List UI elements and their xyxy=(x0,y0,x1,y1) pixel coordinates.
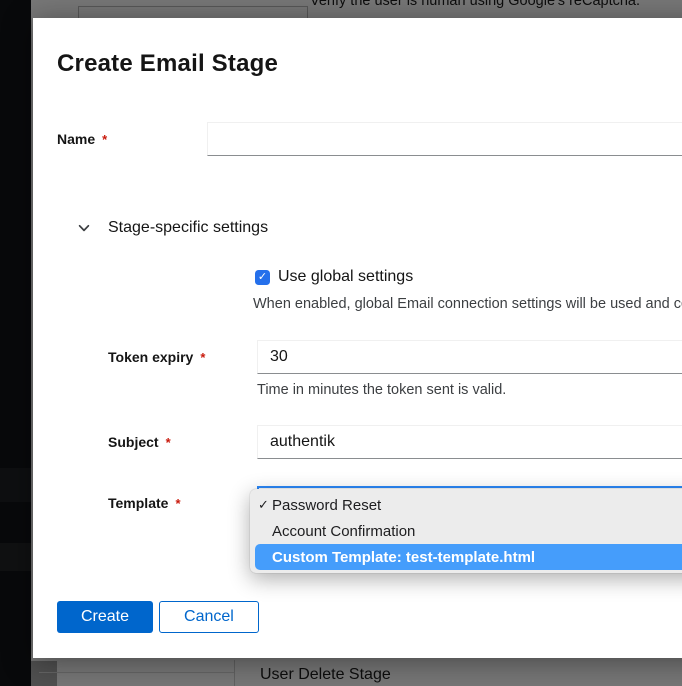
name-input[interactable] xyxy=(207,122,682,156)
required-asterisk: * xyxy=(102,132,107,147)
subject-label-group: Subject * xyxy=(108,434,257,450)
dropdown-option-label: Password Reset xyxy=(272,497,381,514)
token-expiry-input[interactable] xyxy=(257,340,682,374)
subject-field-row: Subject * xyxy=(57,425,682,459)
required-asterisk: * xyxy=(175,496,180,511)
name-field-row: Name * xyxy=(57,122,682,156)
selected-checkmark-icon: ✓ xyxy=(258,497,269,513)
required-asterisk: * xyxy=(200,350,205,365)
use-global-settings-checkbox[interactable]: ✓ xyxy=(255,270,270,285)
template-dropdown-menu: ✓ Password Reset Account Confirmation Cu… xyxy=(250,489,682,573)
create-email-stage-modal: Create Email Stage Name * Stage-specific… xyxy=(33,18,682,658)
modal-title: Create Email Stage xyxy=(57,50,278,78)
name-label: Name xyxy=(57,131,95,147)
template-label-group: Template * xyxy=(108,495,257,511)
cancel-button[interactable]: Cancel xyxy=(159,601,259,633)
dropdown-option-password-reset[interactable]: ✓ Password Reset xyxy=(250,492,682,518)
token-expiry-field-row: Token expiry * xyxy=(57,340,682,374)
dropdown-option-label: Account Confirmation xyxy=(272,523,415,540)
chevron-down-icon xyxy=(77,221,91,235)
required-asterisk: * xyxy=(166,435,171,450)
use-global-settings-row: ✓ Use global settings xyxy=(255,267,413,287)
dropdown-option-custom-template[interactable]: Custom Template: test-template.html xyxy=(255,544,682,570)
subject-label: Subject xyxy=(108,434,159,450)
stage-settings-group-toggle[interactable]: Stage-specific settings xyxy=(77,218,268,238)
subject-input[interactable] xyxy=(257,425,682,459)
use-global-settings-label[interactable]: Use global settings xyxy=(278,268,413,286)
create-button[interactable]: Create xyxy=(57,601,153,633)
use-global-settings-help: When enabled, global Email connection se… xyxy=(253,296,682,312)
dropdown-option-account-confirmation[interactable]: Account Confirmation xyxy=(250,518,682,544)
token-expiry-help: Time in minutes the token sent is valid. xyxy=(257,382,506,398)
dropdown-option-label: Custom Template: test-template.html xyxy=(272,549,535,566)
token-expiry-label: Token expiry xyxy=(108,349,193,365)
name-label-group: Name * xyxy=(57,131,207,147)
modal-footer: Create Cancel xyxy=(57,601,259,633)
stage-settings-group-label: Stage-specific settings xyxy=(108,219,268,237)
checkmark-icon: ✓ xyxy=(258,272,267,283)
token-expiry-label-group: Token expiry * xyxy=(108,349,257,365)
template-label: Template xyxy=(108,495,168,511)
